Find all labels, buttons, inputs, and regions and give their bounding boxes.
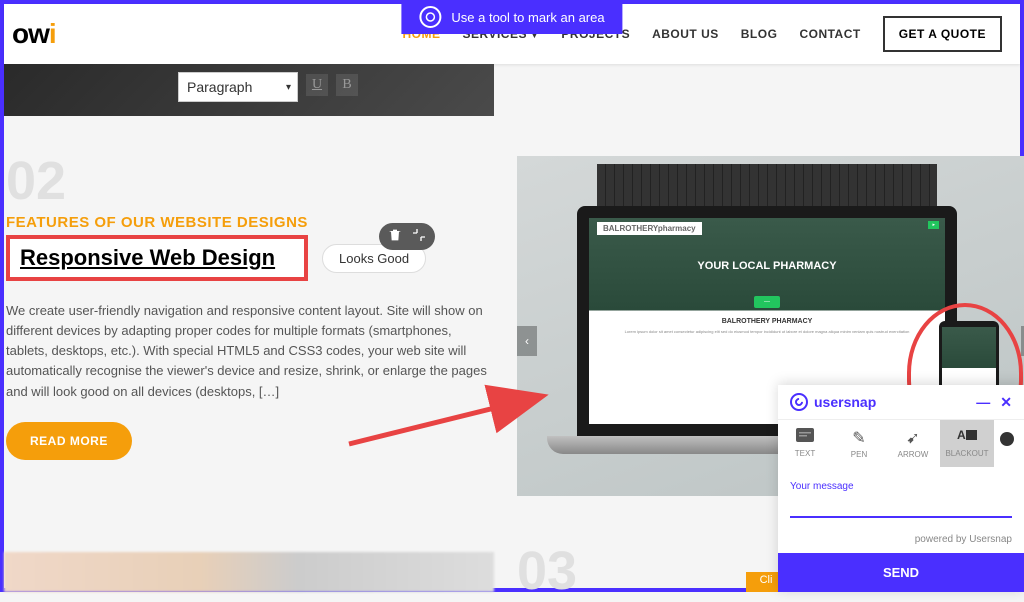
message-label: Your message — [790, 481, 1012, 492]
section-03-number: 03 — [517, 540, 577, 602]
body-title: BALROTHERY PHARMACY — [589, 318, 945, 325]
nav-about[interactable]: ABOUT US — [652, 27, 719, 41]
powered-by[interactable]: powered by Usersnap — [790, 534, 1012, 545]
comment-bubble[interactable]: Looks Good — [322, 244, 426, 273]
color-picker[interactable] — [1000, 432, 1014, 446]
contact-badge: ▸ — [928, 221, 939, 229]
tool-text[interactable]: TEXT — [778, 420, 832, 467]
section-body: We create user-friendly navigation and r… — [6, 301, 492, 402]
annotated-title-row: Responsive Web Design Looks Good — [6, 235, 492, 281]
resize-icon[interactable] — [411, 227, 427, 246]
section-number: 02 — [6, 154, 492, 208]
comment-actions — [379, 223, 435, 250]
paragraph-dropdown: Paragraph ▾ — [178, 72, 298, 102]
widget-body: Your message powered by Usersnap — [778, 467, 1024, 553]
tool-arrow[interactable]: ➹ ARROW — [886, 420, 940, 467]
usersnap-logo-icon — [790, 393, 808, 411]
nav-blog[interactable]: BLOG — [741, 27, 778, 41]
annotation-tools: TEXT ✎ PEN ➹ ARROW A BLACKOUT — [778, 419, 1024, 467]
read-more-button[interactable]: READ MORE — [6, 422, 132, 460]
arrow-annotation[interactable] — [339, 389, 549, 449]
editor-preview-image: Paragraph ▾ U B — [4, 64, 494, 116]
carousel-prev[interactable]: ‹ — [517, 326, 537, 356]
hero-button: — — [754, 296, 780, 308]
editor-toolbar: U B — [306, 74, 358, 96]
pen-icon: ✎ — [832, 428, 886, 448]
banner-text: Use a tool to mark an area — [451, 10, 604, 25]
annotation-banner: Use a tool to mark an area — [401, 0, 622, 34]
usersnap-icon — [419, 6, 441, 28]
tool-pen[interactable]: ✎ PEN — [832, 420, 886, 467]
dropdown-arrow-icon: ▾ — [286, 82, 291, 93]
section-title: Responsive Web Design — [20, 245, 294, 271]
underline-icon: U — [306, 74, 328, 96]
minimize-button[interactable]: — — [976, 394, 990, 411]
tool-blackout[interactable]: A BLACKOUT — [940, 420, 994, 467]
message-input[interactable] — [790, 494, 1012, 518]
highlight-annotation[interactable]: Responsive Web Design — [6, 235, 308, 281]
body-copy: Lorem ipsum dolor sit amet consectetur a… — [589, 329, 945, 334]
bold-icon: B — [336, 74, 358, 96]
close-button[interactable]: ✕ — [1000, 394, 1012, 411]
get-quote-button[interactable]: GET A QUOTE — [883, 16, 1002, 52]
send-button[interactable]: SEND — [778, 553, 1024, 592]
arrow-icon: ➹ — [886, 428, 940, 448]
delete-icon[interactable] — [387, 227, 403, 246]
svg-text:A: A — [957, 428, 966, 442]
text-icon — [778, 428, 832, 447]
nav-contact[interactable]: CONTACT — [799, 27, 860, 41]
site-brand: BALROTHERYpharmacy — [597, 222, 702, 235]
usersnap-widget: usersnap — ✕ TEXT ✎ PEN ➹ ARROW A BLACKO… — [778, 385, 1024, 592]
blackout-icon: A — [940, 428, 994, 447]
logo[interactable]: owi — [12, 18, 56, 50]
widget-header: usersnap — ✕ — [778, 385, 1024, 419]
hero-title: YOUR LOCAL PHARMACY — [697, 260, 836, 272]
usersnap-brand: usersnap — [790, 393, 876, 411]
section-03-image — [4, 552, 494, 592]
